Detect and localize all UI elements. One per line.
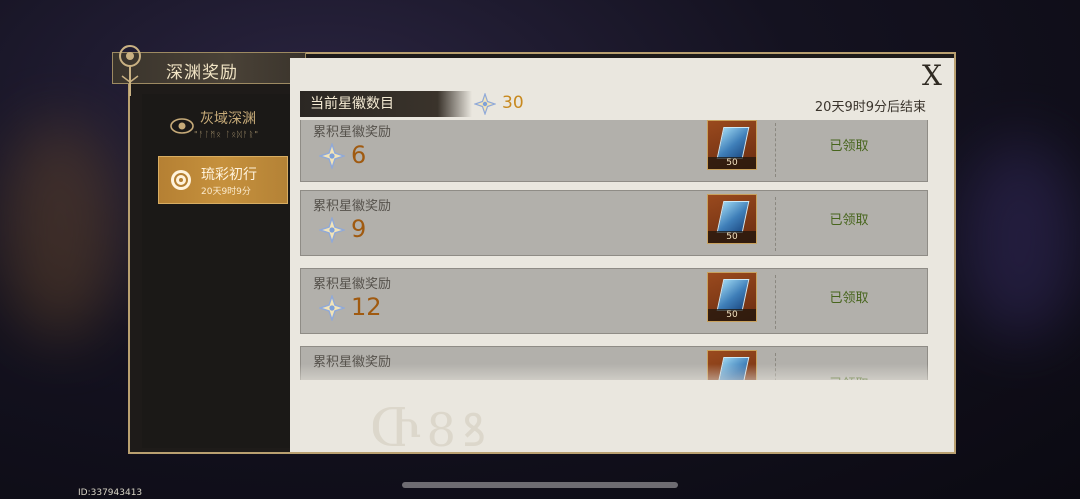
close-button[interactable]: X (916, 60, 948, 92)
star-emblem-icon (319, 295, 345, 321)
claimed-status: 已领取 (829, 139, 869, 154)
tab-subtitle: "ᚨᛚᛗᛟ ᛚᛟᛞᚨᚱ" (194, 130, 260, 139)
row-threshold: 12 (351, 293, 382, 321)
row-threshold: 9 (351, 215, 367, 243)
page-title: 深渊奖励 (166, 63, 238, 83)
tab-timer: 20天9时9分 (201, 187, 251, 197)
tab-prism-first[interactable]: 琉彩初行 20天9时9分 (158, 156, 288, 204)
star-emblem-icon (319, 217, 345, 243)
row-threshold: 6 (351, 141, 367, 169)
seal-icon (171, 170, 191, 190)
row-label: 累积星徽奖励 (313, 199, 392, 214)
reward-row: 累积星徽奖励 9 50 已领取 (300, 190, 928, 256)
row-label: 累积星徽奖励 (313, 277, 392, 292)
tab-grey-abyss[interactable]: 灰域深渊 "ᚨᛚᛗᛟ ᛚᛟᛞᚨᚱ" (160, 104, 284, 150)
row-divider (775, 123, 776, 177)
star-emblem-icon (319, 143, 345, 169)
bg-glow-right (960, 140, 1080, 340)
crystal-icon (716, 127, 750, 159)
row-label: 累积星徽奖励 (313, 125, 392, 140)
crystal-icon (716, 201, 750, 233)
eye-icon (170, 118, 194, 134)
bg-glow-left (0, 120, 120, 340)
tab-label: 琉彩初行 (201, 167, 257, 183)
item-quantity: 50 (708, 309, 756, 321)
claimed-status: 已领取 (829, 213, 869, 228)
home-indicator[interactable] (402, 482, 678, 488)
current-stars-label: 当前星徽数目 (300, 91, 472, 117)
crystal-icon (716, 279, 750, 311)
user-id: ID:337943413 (78, 488, 143, 498)
star-emblem-icon (474, 93, 496, 115)
reward-item[interactable]: 50 (707, 272, 757, 322)
reward-row: 累积星徽奖励 12 50 已领取 (300, 268, 928, 334)
reward-list[interactable]: 累积星徽奖励 6 50 已领取 累积星徽奖励 9 50 已领取 累积星徽奖励 1… (300, 120, 928, 380)
event-timer: 20天9时9分后结束 (814, 100, 926, 115)
reward-item[interactable]: 50 (707, 194, 757, 244)
abyss-emblem-icon (119, 45, 141, 96)
claimed-status: 已领取 (829, 291, 869, 306)
row-divider (775, 275, 776, 329)
reward-item[interactable]: 50 (707, 120, 757, 170)
background-watermark: Ⴇ8ꝸ (370, 403, 493, 452)
list-fade (290, 364, 954, 394)
current-stars-count: 30 (502, 93, 524, 113)
reward-row: 累积星徽奖励 6 50 已领取 (300, 120, 928, 182)
tab-label: 灰域深渊 (200, 111, 256, 127)
row-divider (775, 197, 776, 251)
item-quantity: 50 (708, 157, 756, 169)
item-quantity: 50 (708, 231, 756, 243)
